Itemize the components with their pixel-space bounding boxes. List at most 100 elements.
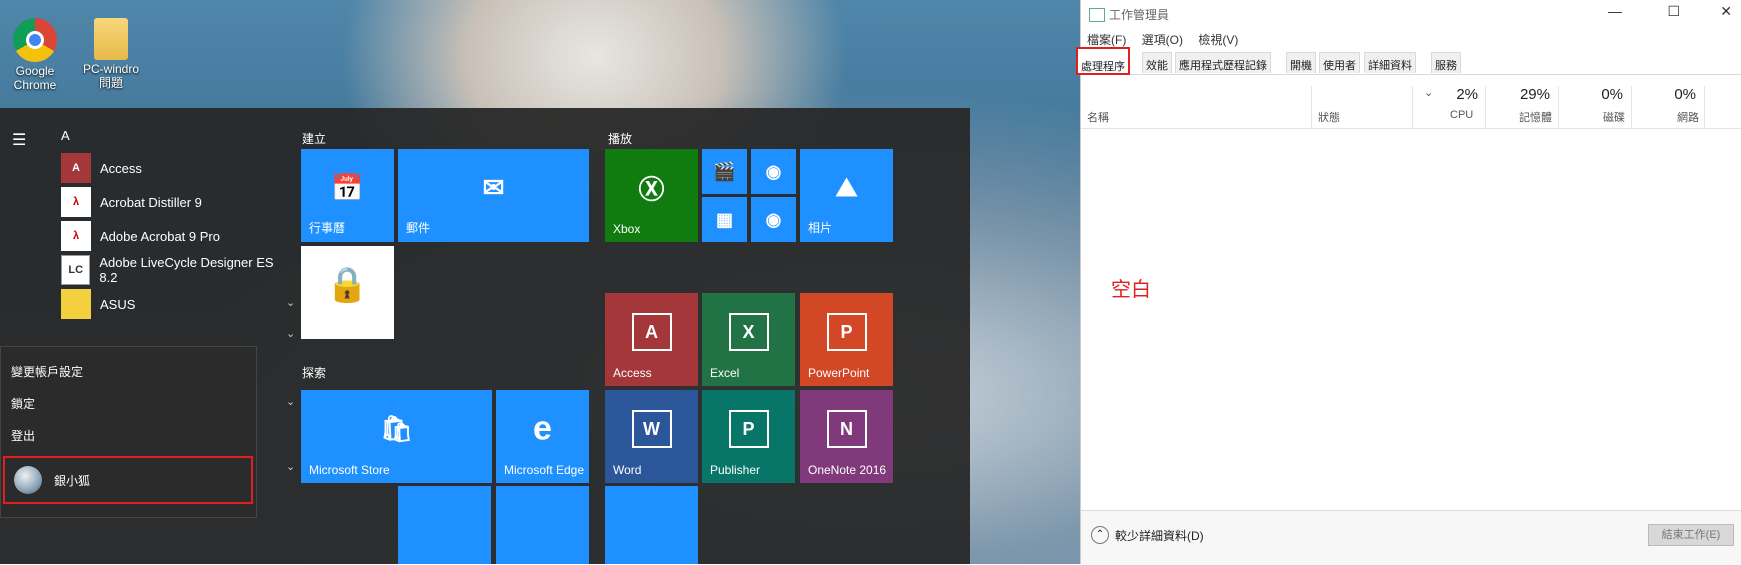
app-list-item-asus[interactable]: ASUS [61, 289, 291, 319]
task-manager-window: 工作管理員 — ☐ ✕ 檔案(F) 選項(O) 檢視(V) 處理程序 效能 應用… [1076, 0, 1741, 565]
maximize-icon[interactable]: ☐ [1667, 3, 1680, 20]
tile-label: Word [613, 463, 642, 477]
group-title-create[interactable]: 建立 [302, 130, 326, 147]
cpu-percent[interactable]: 2% [1418, 86, 1478, 103]
change-account-settings[interactable]: 變更帳戶設定 [11, 363, 83, 380]
tile-label: Access [613, 366, 652, 380]
menu-file[interactable]: 檔案(F) [1087, 33, 1126, 47]
end-task-button[interactable]: 結束工作(E) [1648, 524, 1734, 546]
column-cpu[interactable]: CPU [1450, 109, 1473, 121]
tile-microsoft-store[interactable]: 🛍 Microsoft Store [301, 390, 492, 483]
minimize-icon[interactable]: — [1608, 3, 1622, 19]
tab-services[interactable]: 服務 [1431, 52, 1461, 73]
chevron-down-icon[interactable]: ⌄ [286, 296, 295, 309]
start-menu: ☰ A A Access λ Acrobat Distiller 9 λ Ado… [0, 108, 970, 564]
tile-label: PowerPoint [808, 366, 870, 380]
close-icon[interactable]: ✕ [1720, 3, 1732, 20]
menu-view[interactable]: 檢視(V) [1198, 33, 1238, 47]
disk-percent[interactable]: 0% [1563, 86, 1623, 103]
menu-bar: 檔案(F) 選項(O) 檢視(V) [1087, 31, 1250, 48]
tile-excel[interactable]: X Excel [702, 293, 795, 386]
group-title-explore[interactable]: 探索 [302, 364, 326, 381]
account-menu: 變更帳戶設定 鎖定 登出 銀小狐 [0, 346, 257, 518]
word-icon: W [631, 410, 672, 449]
network-percent[interactable]: 0% [1636, 86, 1696, 103]
calendar-icon: 📅 [331, 172, 364, 203]
fewer-details-button[interactable]: ⌃ 較少詳細資料(D) [1091, 526, 1204, 544]
letter-header-a[interactable]: A [61, 128, 70, 143]
tile-partial[interactable] [605, 486, 698, 564]
tile-powerpoint[interactable]: P PowerPoint [800, 293, 893, 386]
group-title-play[interactable]: 播放 [608, 130, 632, 147]
column-disk[interactable]: 磁碟 [1603, 109, 1625, 125]
app-list-item-livecycle[interactable]: LC Adobe LiveCycle Designer ES 8.2 [61, 255, 291, 285]
edge-icon: e [533, 409, 552, 448]
tile-calculator[interactable]: ▦ [702, 197, 747, 242]
tile-word[interactable]: W Word [605, 390, 698, 483]
memory-percent[interactable]: 29% [1490, 86, 1550, 103]
tile-groove[interactable]: ◉ [751, 149, 796, 194]
fewer-details-label: 較少詳細資料(D) [1115, 528, 1204, 543]
column-divider [1631, 86, 1632, 128]
app-name: Adobe Acrobat 9 Pro [100, 228, 220, 244]
chevron-down-icon[interactable]: ⌄ [286, 460, 295, 473]
excel-icon: X [728, 313, 769, 352]
acrobat-icon: λ [61, 187, 91, 217]
tile-partial[interactable] [496, 486, 589, 564]
tab-users[interactable]: 使用者 [1319, 52, 1360, 73]
tab-app-history[interactable]: 應用程式歷程記錄 [1175, 52, 1271, 73]
tile-calendar[interactable]: 📅 行事曆 [301, 149, 394, 242]
tab-details[interactable]: 詳細資料 [1364, 52, 1416, 73]
column-divider [1704, 86, 1705, 128]
column-network[interactable]: 網路 [1677, 109, 1699, 125]
desktop-icon-label: Google [15, 64, 55, 78]
footer-bar: ⌃ 較少詳細資料(D) 結束工作(E) [1081, 510, 1741, 565]
menu-options[interactable]: 選項(O) [1142, 33, 1183, 47]
access-icon: A [631, 313, 672, 352]
tile-publisher[interactable]: P Publisher [702, 390, 795, 483]
folder-icon [61, 289, 91, 319]
blank-annotation: 空白 [1111, 279, 1151, 301]
tile-label: 郵件 [406, 221, 431, 235]
tile-xbox[interactable]: Ⓧ Xbox [605, 149, 698, 242]
tab-bar: 處理程序 效能 應用程式歷程記錄 開機 使用者 詳細資料 服務 [1076, 47, 1741, 75]
hamburger-menu-icon[interactable]: ☰ [12, 130, 26, 149]
tile-microsoft-edge[interactable]: e Microsoft Edge [496, 390, 589, 483]
tile-onenote[interactable]: N OneNote 2016 [800, 390, 893, 483]
app-list-item-adobe-acrobat[interactable]: λ Adobe Acrobat 9 Pro [61, 221, 291, 251]
tile-movies[interactable]: 🎬 [702, 149, 747, 194]
tab-startup[interactable]: 開機 [1286, 52, 1316, 73]
current-user[interactable]: 銀小狐 [3, 456, 253, 504]
tile-partial[interactable] [398, 486, 491, 564]
column-name[interactable]: 名稱 [1087, 109, 1109, 125]
desktop-shortcut-folder[interactable]: PC-windro 問題 [76, 18, 146, 90]
tile-camera[interactable]: ◉ [751, 197, 796, 242]
onenote-icon: N [826, 410, 867, 449]
desktop-icon-label: Chrome [13, 78, 57, 92]
tile-access[interactable]: A Access [605, 293, 698, 386]
header-divider [1081, 128, 1741, 129]
column-status[interactable]: 狀態 [1318, 109, 1340, 125]
tab-processes[interactable]: 處理程序 [1076, 47, 1130, 75]
chevron-down-icon[interactable]: ⌄ [286, 327, 295, 340]
access-icon: A [61, 153, 91, 183]
column-divider [1558, 86, 1559, 128]
tile-keepass[interactable]: 🔒 [301, 246, 394, 339]
app-list-item-acrobat-distiller[interactable]: λ Acrobat Distiller 9 [61, 187, 291, 217]
app-list-item-access[interactable]: A Access [61, 153, 291, 183]
tile-label: 相片 [808, 221, 833, 235]
chevron-down-icon[interactable]: ⌄ [286, 395, 295, 408]
sign-out-menu-item[interactable]: 登出 [11, 427, 35, 444]
window-title: 工作管理員 [1109, 8, 1170, 22]
tab-performance[interactable]: 效能 [1142, 52, 1172, 73]
tile-photos[interactable]: ⛰ 相片 [800, 149, 893, 242]
desktop-icon-label: PC-windro [82, 62, 139, 76]
column-memory[interactable]: 記憶體 [1519, 109, 1552, 125]
xbox-icon: Ⓧ [638, 174, 665, 205]
tile-label: Xbox [613, 222, 641, 236]
tile-mail[interactable]: ✉ 郵件 [398, 149, 589, 242]
photos-icon: ⛰ [835, 172, 858, 203]
folder-icon [94, 18, 128, 60]
lock-menu-item[interactable]: 鎖定 [11, 395, 35, 412]
desktop-shortcut-chrome[interactable]: Google Chrome [0, 18, 70, 92]
